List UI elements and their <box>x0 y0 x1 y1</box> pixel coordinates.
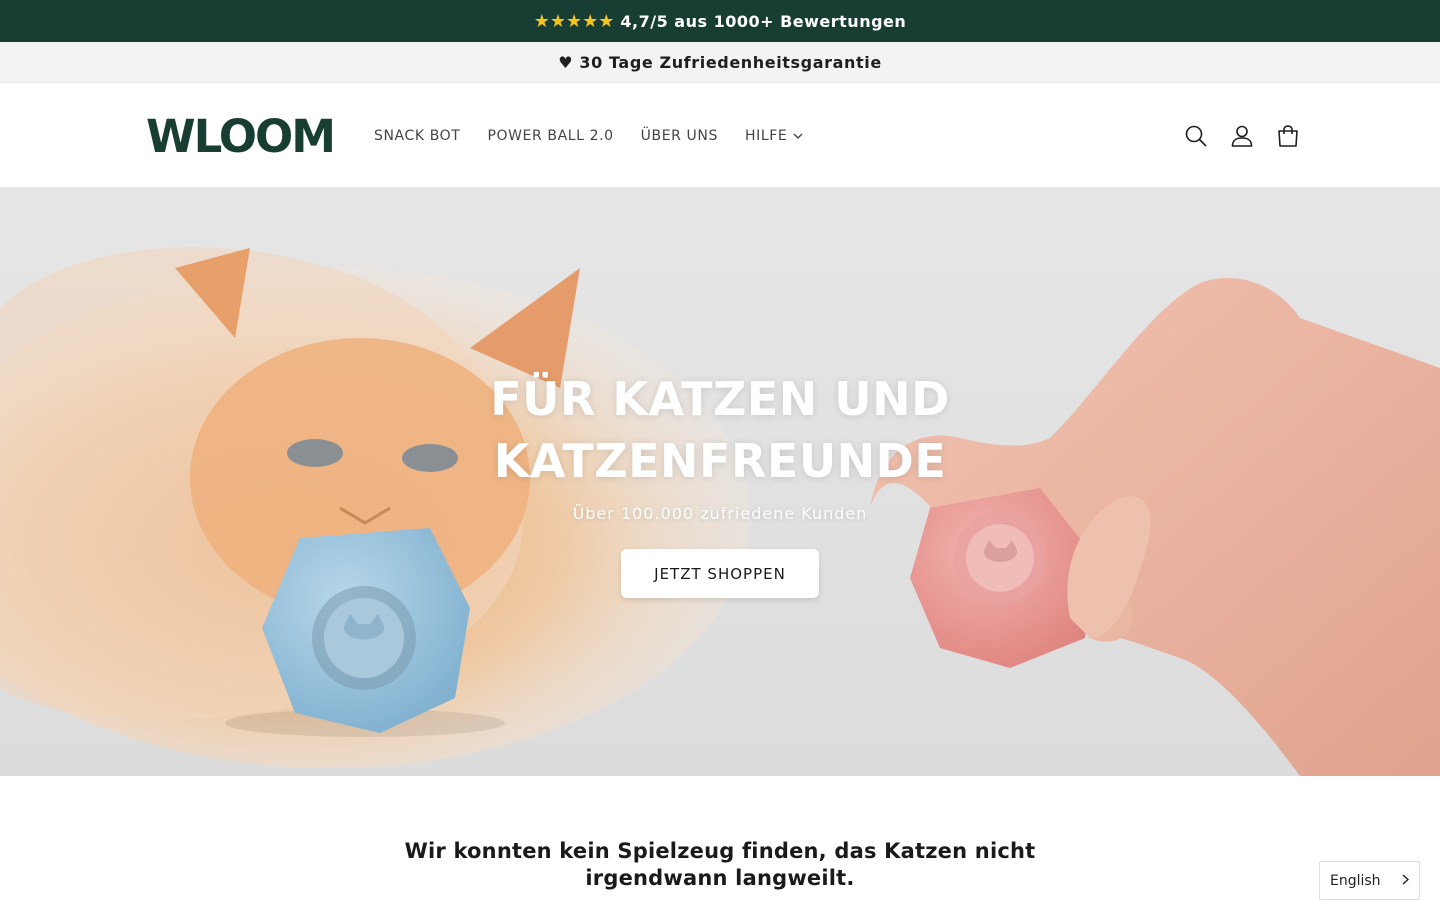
chevron-right-icon <box>1402 873 1410 889</box>
nav-item-power-ball[interactable]: POWER BALL 2.0 <box>487 128 613 144</box>
nav-item-hilfe-label: HILFE <box>744 127 788 144</box>
language-selector-value: English <box>1330 872 1381 889</box>
hero-title-line-2: KATZENFREUNDE <box>493 434 947 488</box>
hero-subtitle: Über 100.000 zufriedene Kunden <box>572 504 868 523</box>
cart-icon[interactable] <box>1276 124 1300 148</box>
announcement-bar: ★★★★★ 4,7/5 aus 1000+ Bewertungen <box>0 0 1440 42</box>
nav-item-ueber-uns[interactable]: ÜBER UNS <box>641 128 718 144</box>
chevron-down-icon <box>793 131 803 142</box>
hero-title: FÜR KATZEN UND KATZENFREUNDE <box>490 368 950 492</box>
rating-stars-icon: ★★★★★ <box>533 10 615 32</box>
hero-title-line-1: FÜR KATZEN UND <box>490 372 950 426</box>
site-header: WLOOM SNACK BOT POWER BALL 2.0 ÜBER UNS … <box>0 83 1440 188</box>
header-icons <box>1184 83 1300 188</box>
guarantee-text: ♥ 30 Tage Zufriedenheitsgarantie <box>558 52 882 72</box>
main-nav: SNACK BOT POWER BALL 2.0 ÜBER UNS HILFE <box>374 83 803 188</box>
guarantee-bar: ♥ 30 Tage Zufriedenheitsgarantie <box>0 42 1440 83</box>
rating-text: 4,7/5 aus 1000+ Bewertungen <box>620 11 907 31</box>
search-icon[interactable] <box>1184 124 1208 148</box>
hero-banner: FÜR KATZEN UND KATZENFREUNDE Über 100.00… <box>0 188 1440 776</box>
intro-heading: Wir konnten kein Spielzeug finden, das K… <box>404 839 1036 890</box>
nav-item-hilfe[interactable]: HILFE <box>745 128 803 144</box>
language-selector[interactable]: English <box>1319 861 1420 900</box>
shop-now-button[interactable]: JETZT SHOPPEN <box>621 549 819 598</box>
hero-content: FÜR KATZEN UND KATZENFREUNDE Über 100.00… <box>0 368 1440 598</box>
nav-item-snack-bot[interactable]: SNACK BOT <box>374 128 460 144</box>
account-icon[interactable] <box>1230 124 1254 148</box>
brand-logo[interactable]: WLOOM <box>146 114 336 159</box>
